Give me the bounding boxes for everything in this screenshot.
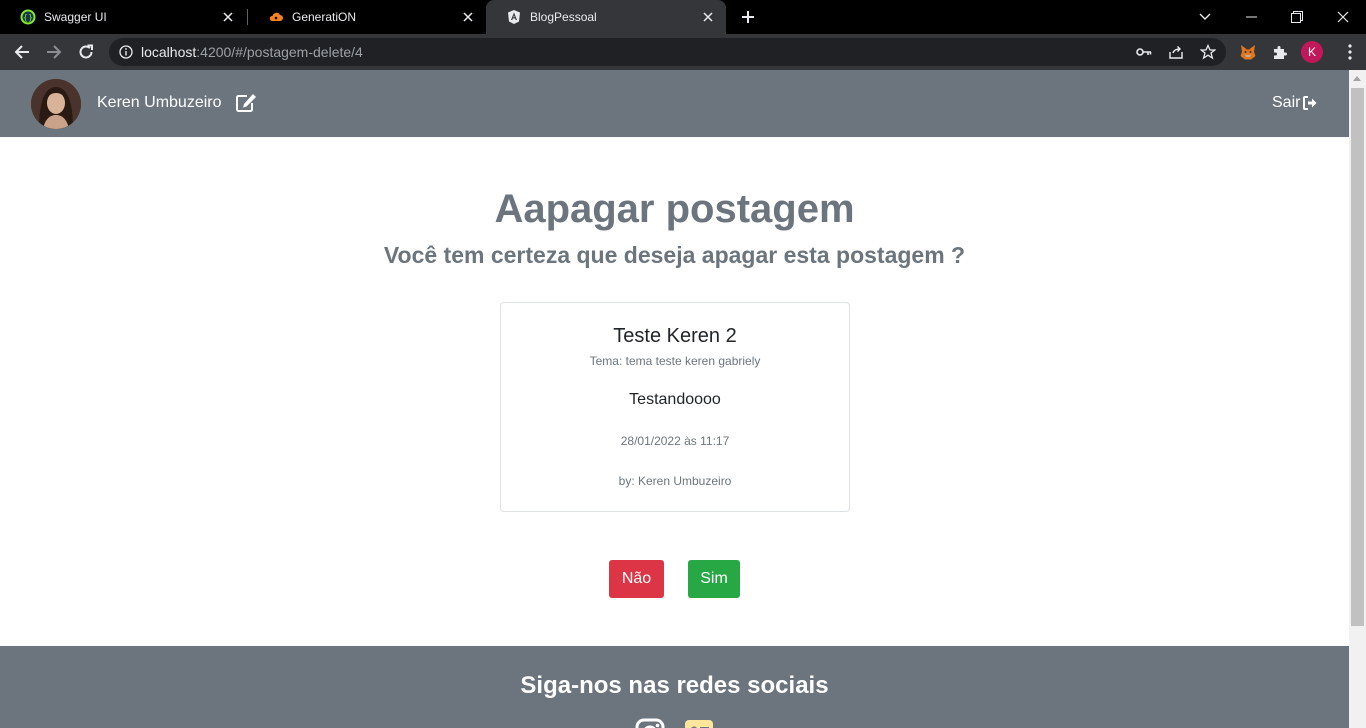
close-tab-icon[interactable] xyxy=(700,9,716,25)
profile-avatar[interactable]: K xyxy=(1301,41,1323,63)
tab-generation[interactable]: GeneratiON xyxy=(248,0,486,34)
yes-button[interactable]: Sim xyxy=(688,560,740,598)
top-navbar: Keren Umbuzeiro Sair xyxy=(0,70,1349,137)
contact-card-icon[interactable] xyxy=(684,718,714,728)
logout-link[interactable]: Sair xyxy=(1272,94,1317,112)
swagger-icon: {} xyxy=(20,9,36,25)
share-icon[interactable] xyxy=(1168,44,1184,60)
post-title: Teste Keren 2 xyxy=(613,325,737,347)
reload-button[interactable] xyxy=(72,38,100,66)
angular-icon xyxy=(506,9,522,25)
instagram-icon[interactable] xyxy=(635,718,665,728)
post-text: Testandoooo xyxy=(629,391,721,408)
page-title: Aapagar postagem xyxy=(494,187,855,231)
minimize-button[interactable] xyxy=(1228,0,1274,34)
menu-icon[interactable] xyxy=(1340,42,1360,62)
address-bar[interactable]: localhost:4200/#/postagem-delete/4 xyxy=(109,38,1226,66)
new-tab-button[interactable] xyxy=(736,5,760,29)
back-button[interactable] xyxy=(8,38,36,66)
page-viewport: Keren Umbuzeiro Sair Aapagar postagem Vo… xyxy=(0,70,1349,728)
footer-title: Siga-nos nas redes sociais xyxy=(520,672,829,699)
browser-tab-strip: {} Swagger UI GeneratiON BlogPessoal xyxy=(0,0,1366,34)
extensions-icon[interactable] xyxy=(1270,42,1290,62)
tab-swagger-ui[interactable]: {} Swagger UI xyxy=(0,0,246,34)
tab-blogpessoal[interactable]: BlogPessoal xyxy=(486,0,726,34)
info-icon[interactable] xyxy=(119,45,133,59)
page-subtitle: Você tem certeza que deseja apagar esta … xyxy=(383,242,966,268)
tab-title: BlogPessoal xyxy=(530,10,597,24)
no-button[interactable]: Não xyxy=(609,560,664,598)
post-date: 28/01/2022 às 11:17 xyxy=(620,434,730,448)
footer: Siga-nos nas redes sociais xyxy=(0,646,1349,728)
edit-profile-icon[interactable] xyxy=(235,93,257,113)
scrollbar-thumb[interactable] xyxy=(1351,88,1364,626)
post-tema: Tema: tema teste keren gabriely xyxy=(589,354,761,368)
url-text[interactable]: localhost:4200/#/postagem-delete/4 xyxy=(141,44,363,60)
browser-toolbar: localhost:4200/#/postagem-delete/4 K xyxy=(0,34,1366,70)
tab-search-button[interactable] xyxy=(1182,0,1228,34)
svg-text:{}: {} xyxy=(23,13,33,22)
user-avatar[interactable] xyxy=(31,79,81,129)
scroll-up-arrow[interactable] xyxy=(1353,76,1361,81)
tab-title: Swagger UI xyxy=(44,10,107,24)
key-icon[interactable] xyxy=(1136,44,1152,60)
star-icon[interactable] xyxy=(1200,44,1216,60)
logout-label: Sair xyxy=(1272,94,1301,111)
sign-out-icon xyxy=(1303,96,1317,110)
close-tab-icon[interactable] xyxy=(220,9,236,25)
url-path: :4200/#/postagem-delete/4 xyxy=(196,44,363,60)
forward-button[interactable] xyxy=(40,38,68,66)
cloud-icon xyxy=(268,9,284,25)
user-name[interactable]: Keren Umbuzeiro xyxy=(97,94,222,112)
tab-title: GeneratiON xyxy=(292,10,357,24)
url-host: localhost xyxy=(141,44,197,60)
close-window-button[interactable] xyxy=(1320,0,1366,34)
post-author: by: Keren Umbuzeiro xyxy=(618,474,732,488)
post-card: Teste Keren 2 Tema: tema teste keren gab… xyxy=(500,302,850,512)
restore-button[interactable] xyxy=(1274,0,1320,34)
close-tab-icon[interactable] xyxy=(460,9,476,25)
vertical-scrollbar[interactable] xyxy=(1349,70,1366,728)
metamask-icon[interactable] xyxy=(1238,42,1258,62)
